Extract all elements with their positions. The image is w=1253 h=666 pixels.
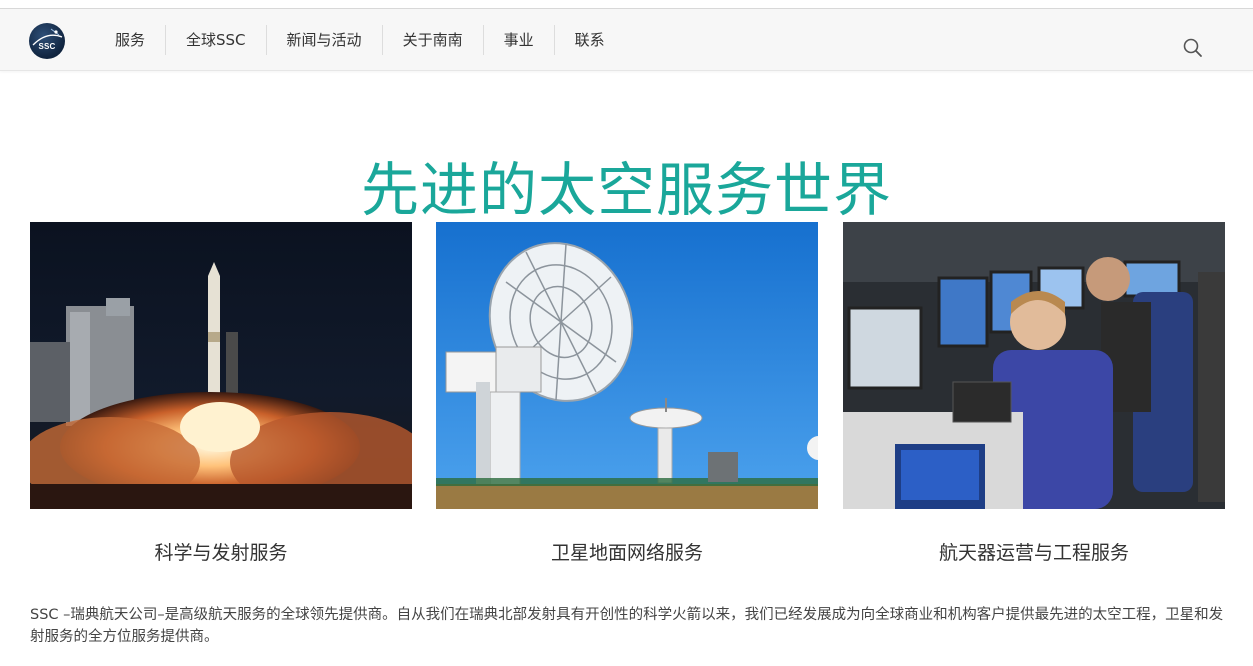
card-caption-launch[interactable]: 科学与发射服务 bbox=[30, 538, 412, 565]
nav-item-about[interactable]: 关于南南 bbox=[383, 25, 484, 55]
card-caption-ground-network[interactable]: 卫星地面网络服务 bbox=[436, 538, 818, 565]
intro-paragraph: SSC –瑞典航天公司–是高级航天服务的全球领先提供商。自从我们在瑞典北部发射具… bbox=[30, 607, 1224, 645]
nav-item-careers[interactable]: 事业 bbox=[484, 25, 555, 55]
rocket-launch-image bbox=[30, 222, 412, 509]
top-navbar: SSC 服务 全球SSC 新闻与活动 关于南南 事业 联系 bbox=[0, 9, 1253, 71]
main-nav: 服务 全球SSC 新闻与活动 关于南南 事业 联系 bbox=[95, 25, 625, 55]
satellite-dish-image bbox=[436, 222, 818, 509]
mission-control-image bbox=[843, 222, 1225, 509]
search-button[interactable] bbox=[1182, 37, 1204, 59]
ssc-logo-icon[interactable]: SSC bbox=[29, 23, 65, 59]
page-title: 先进的太空服务世界 bbox=[360, 155, 892, 224]
logo-text: SSC bbox=[38, 42, 56, 51]
nav-item-news-events[interactable]: 新闻与活动 bbox=[267, 25, 383, 55]
nav-item-global-ssc[interactable]: 全球SSC bbox=[166, 25, 267, 55]
card-launch-image[interactable] bbox=[30, 222, 412, 509]
card-ground-network-image[interactable] bbox=[436, 222, 818, 509]
nav-item-services[interactable]: 服务 bbox=[95, 25, 167, 55]
search-icon bbox=[1183, 38, 1202, 57]
nav-item-contact[interactable]: 联系 bbox=[555, 25, 625, 55]
card-operations-image[interactable] bbox=[843, 222, 1225, 509]
logo-swoosh bbox=[32, 28, 63, 46]
card-caption-operations[interactable]: 航天器运营与工程服务 bbox=[843, 538, 1225, 565]
